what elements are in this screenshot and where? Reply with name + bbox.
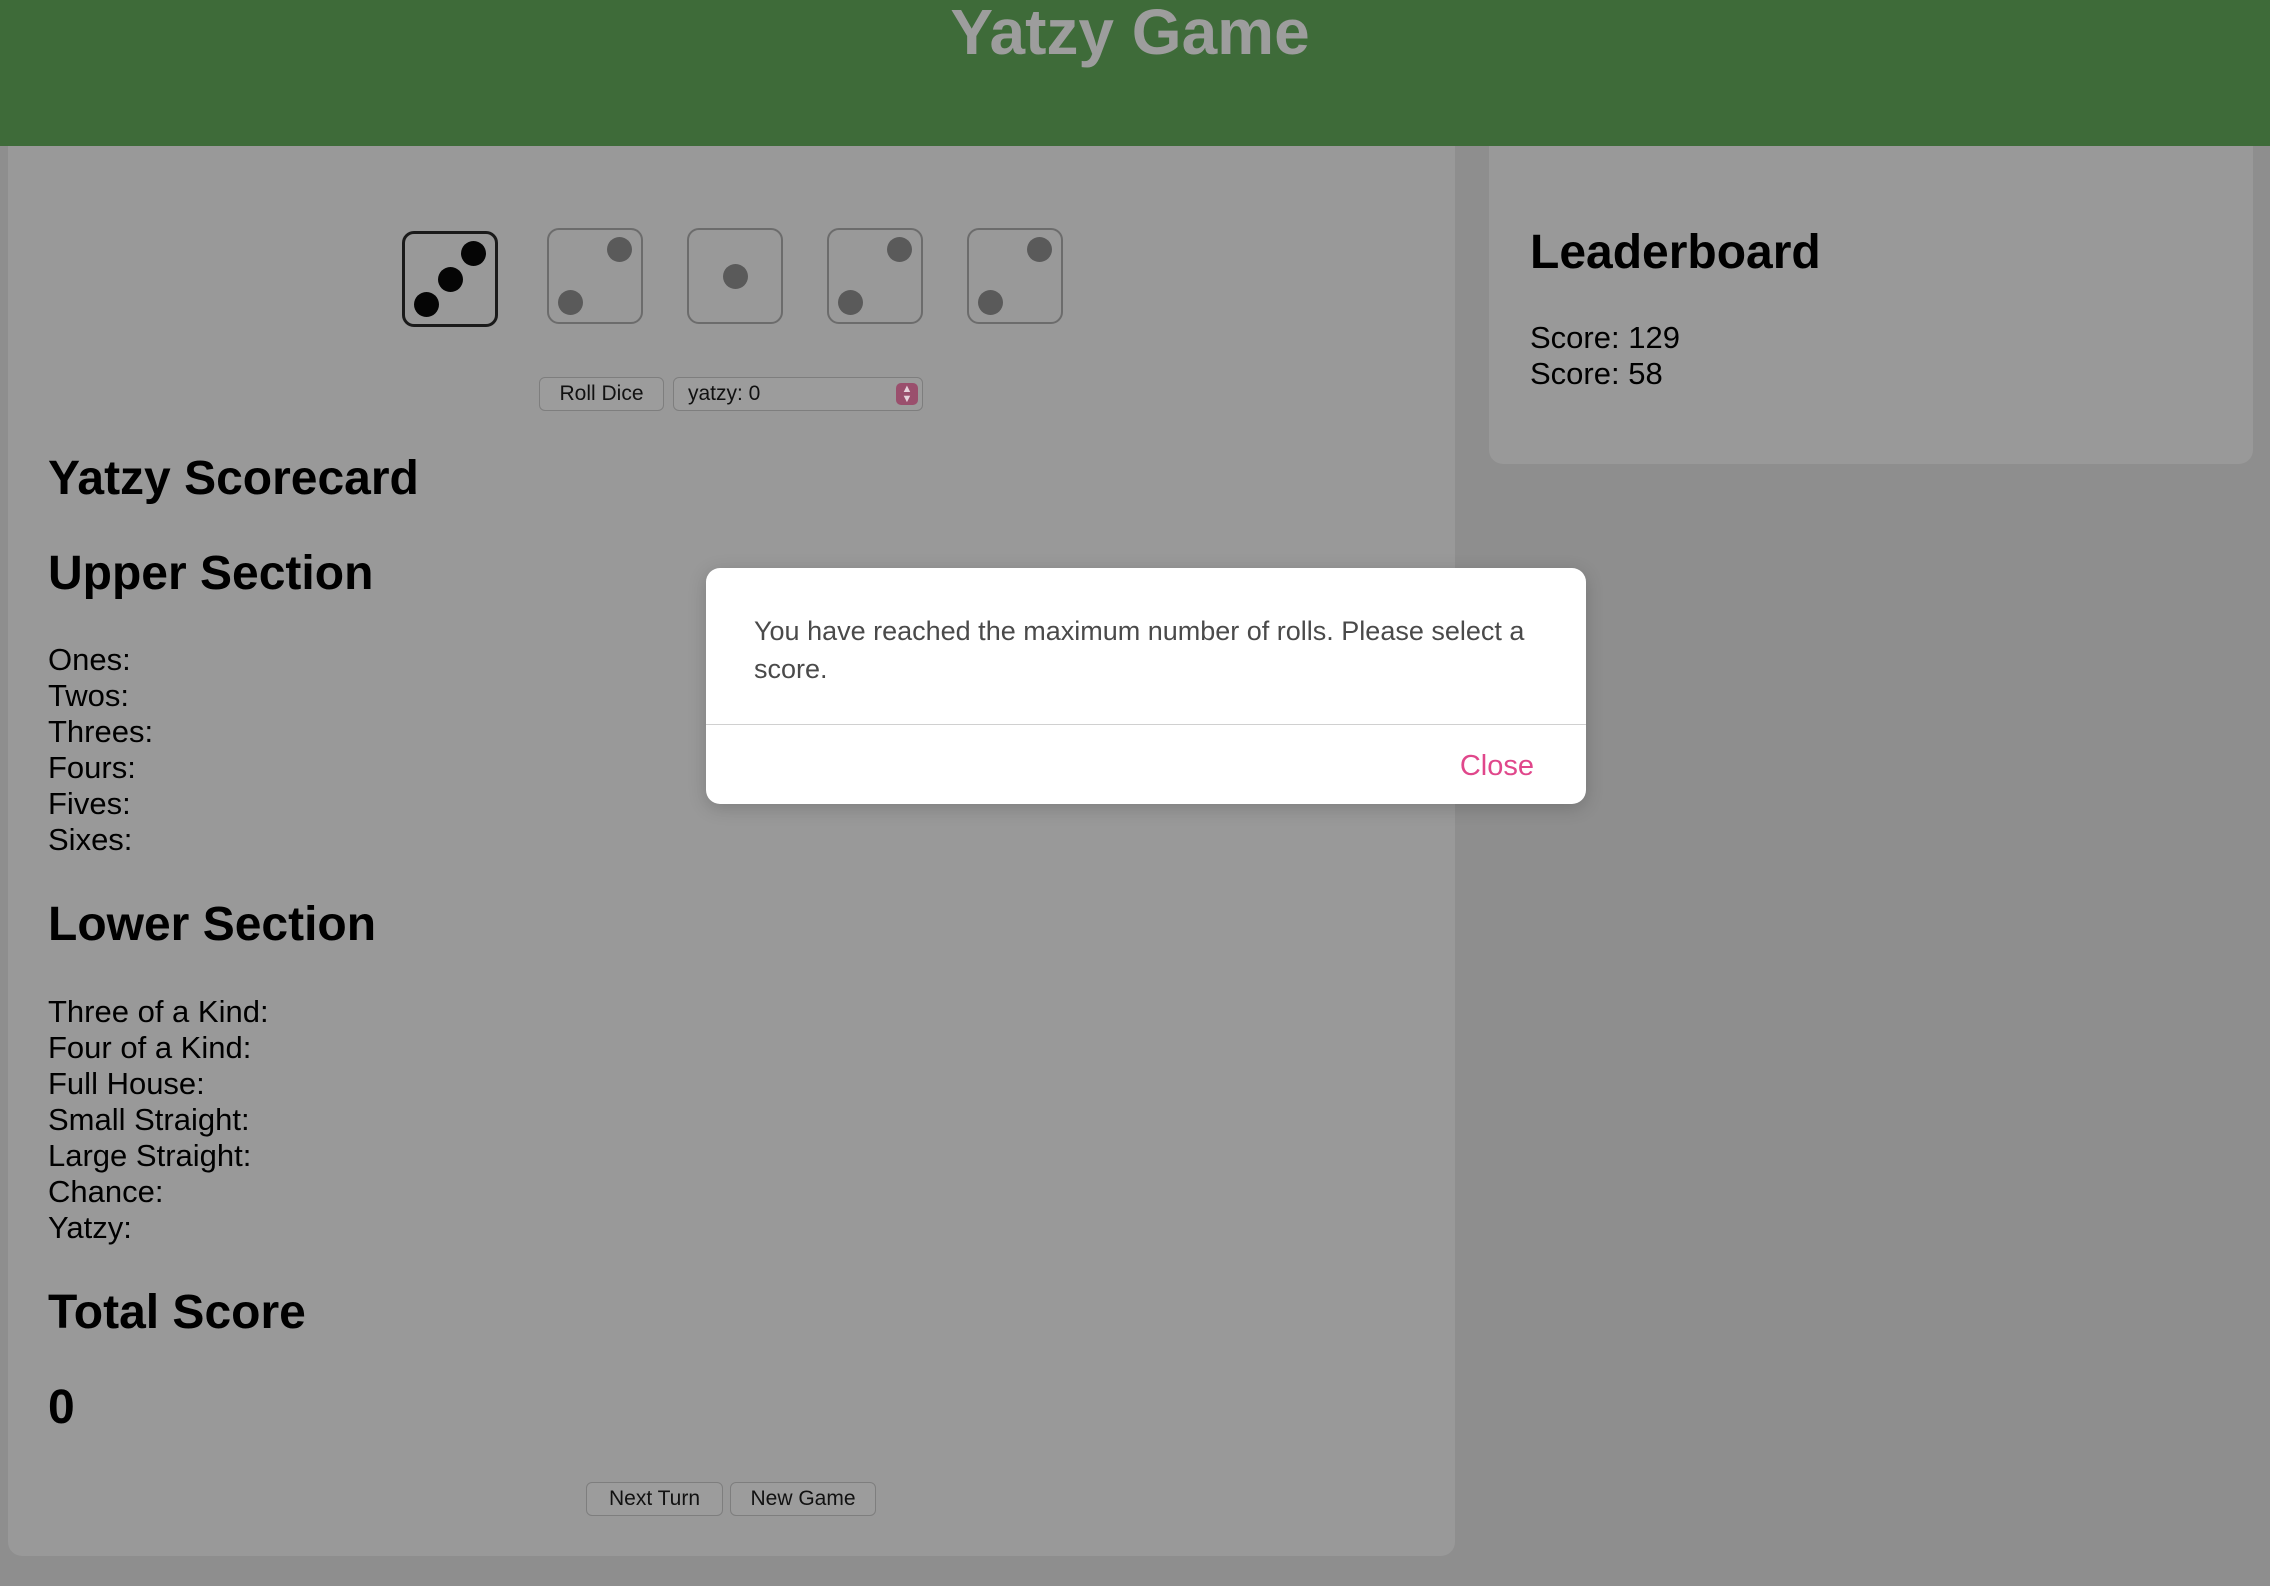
score-row-large-straight: Large Straight: [48,1138,252,1173]
roll-dice-button[interactable]: Roll Dice [539,377,664,411]
die-pip [437,266,463,292]
leaderboard-panel [1489,146,2253,464]
die-pip [1027,237,1052,262]
lower-section-title: Lower Section [48,898,377,951]
modal-close-button[interactable]: Close [1460,748,1534,784]
scorecard-title: Yatzy Scorecard [48,452,419,505]
score-row-small-straight: Small Straight: [48,1102,250,1137]
upper-section-title: Upper Section [48,547,374,600]
score-row-chance: Chance: [48,1174,164,1209]
score-row-fours: Fours: [48,750,136,785]
leaderboard-entry: Score: 58 [1530,356,1663,391]
game-panel [8,146,1455,1556]
die-pip [722,263,748,289]
score-row-twos: Twos: [48,678,129,713]
total-score-title: Total Score [48,1286,306,1339]
select-arrows-icon: ▲ ▼ [896,383,918,405]
score-row-sixes: Sixes: [48,822,133,857]
app-header: Yatzy Game [0,0,2270,146]
leaderboard-title: Leaderboard [1530,226,1821,279]
score-row-ones: Ones: [48,642,131,677]
app-title: Yatzy Game [950,0,1310,68]
die-pip [978,290,1003,315]
modal-message: You have reached the maximum number of r… [754,616,1525,684]
die-1[interactable] [402,231,498,327]
score-row-four-of-a-kind: Four of a Kind: [48,1030,252,1065]
die-pip [558,290,583,315]
score-row-yatzy: Yatzy: [48,1210,132,1245]
score-row-threes: Threes: [48,714,154,749]
die-5[interactable] [967,228,1063,324]
total-score-value: 0 [48,1381,75,1434]
score-row-full-house: Full House: [48,1066,205,1101]
score-row-three-of-a-kind: Three of a Kind: [48,994,269,1029]
leaderboard-entry: Score: 129 [1530,320,1680,355]
upper-section-rows: Ones: Twos: Threes: Fours: Fives: Sixes: [48,642,153,858]
die-pip [887,237,912,262]
max-rolls-modal: You have reached the maximum number of r… [706,568,1586,804]
die-pip [461,241,486,266]
die-3[interactable] [687,228,783,324]
score-row-fives: Fives: [48,786,131,821]
new-game-button[interactable]: New Game [730,1482,876,1516]
die-4[interactable] [827,228,923,324]
die-2[interactable] [547,228,643,324]
die-pip [414,292,439,317]
modal-divider [706,724,1586,725]
next-turn-button[interactable]: Next Turn [586,1482,723,1516]
lower-section-rows: Three of a Kind: Four of a Kind: Full Ho… [48,994,269,1246]
die-pip [607,237,632,262]
score-category-value: yatzy: 0 [688,382,761,405]
score-category-select[interactable]: yatzy: 0 ▲ ▼ [673,377,923,411]
die-pip [838,290,863,315]
leaderboard-list: Score: 129 Score: 58 [1530,320,1680,392]
